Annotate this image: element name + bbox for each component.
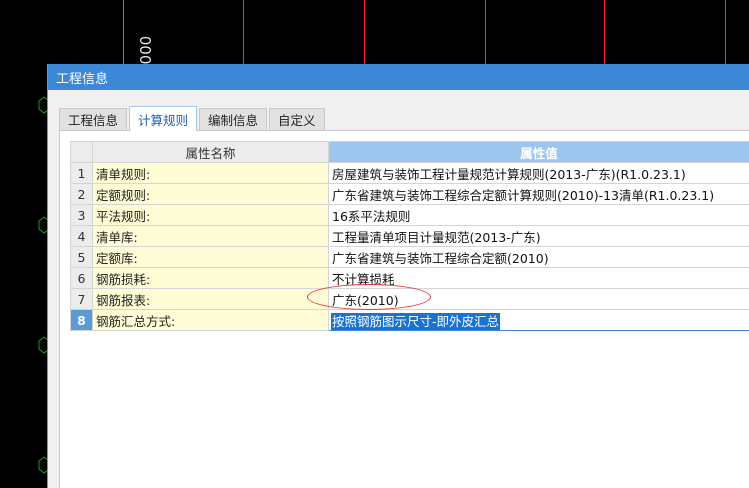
property-name: 清单库: bbox=[92, 225, 329, 247]
property-value[interactable]: 广东省建筑与装饰工程综合定额计算规则(2010)-13清单(R1.0.23.1) bbox=[328, 183, 749, 205]
property-value-header: 属性值 bbox=[328, 141, 749, 163]
property-value[interactable]: 广东省建筑与装饰工程综合定额(2010) bbox=[328, 246, 749, 268]
project-info-dialog: 工程信息 工程信息 计算规则 编制信息 自定义 属性名称 属性值 1 清单规则:… bbox=[47, 64, 749, 488]
row-number: 8 bbox=[70, 309, 93, 331]
table-header-row: 属性名称 属性值 bbox=[70, 141, 749, 163]
cad-red-line bbox=[485, 0, 486, 70]
property-name: 定额库: bbox=[92, 246, 329, 268]
tab-project-info[interactable]: 工程信息 bbox=[59, 108, 128, 130]
table-row[interactable]: 6 钢筋损耗: 不计算损耗 bbox=[70, 267, 749, 289]
table-row[interactable]: 3 平法规则: 16系平法规则 bbox=[70, 204, 749, 226]
cad-red-line bbox=[243, 0, 244, 70]
property-value-editor[interactable]: 按照钢筋图示尺寸-即外皮汇总 bbox=[328, 309, 749, 331]
dialog-title: 工程信息 bbox=[56, 71, 109, 87]
annotation-ellipse bbox=[307, 284, 431, 310]
selected-value-text[interactable]: 按照钢筋图示尺寸-即外皮汇总 bbox=[331, 312, 501, 330]
tab-compile-info[interactable]: 编制信息 bbox=[199, 108, 268, 130]
row-number: 1 bbox=[70, 162, 93, 184]
row-number: 4 bbox=[70, 225, 93, 247]
row-number: 7 bbox=[70, 288, 93, 310]
table-row[interactable]: 5 定额库: 广东省建筑与装饰工程综合定额(2010) bbox=[70, 246, 749, 268]
property-name: 钢筋损耗: bbox=[92, 267, 329, 289]
tab-calc-rules[interactable]: 计算规则 bbox=[129, 106, 198, 131]
row-number: 5 bbox=[70, 246, 93, 268]
dialog-title-bar[interactable]: 工程信息 bbox=[48, 64, 749, 90]
table-row[interactable]: 4 清单库: 工程量清单项目计量规范(2013-广东) bbox=[70, 225, 749, 247]
property-name-header: 属性名称 bbox=[92, 141, 329, 163]
table-row[interactable]: 2 定额规则: 广东省建筑与装饰工程综合定额计算规则(2010)-13清单(R1… bbox=[70, 183, 749, 205]
property-value[interactable]: 工程量清单项目计量规范(2013-广东) bbox=[328, 225, 749, 247]
table-row-selected[interactable]: 8 钢筋汇总方式: 按照钢筋图示尺寸-即外皮汇总 bbox=[70, 309, 749, 331]
row-number: 3 bbox=[70, 204, 93, 226]
property-name: 清单规则: bbox=[92, 162, 329, 184]
property-name: 钢筋汇总方式: bbox=[92, 309, 329, 331]
cad-red-line bbox=[604, 0, 605, 70]
cad-green-line bbox=[123, 0, 124, 70]
property-name: 平法规则: bbox=[92, 204, 329, 226]
cad-red-line bbox=[725, 0, 726, 70]
property-value[interactable]: 房屋建筑与装饰工程计量规范计算规则(2013-广东)(R1.0.23.1) bbox=[328, 162, 749, 184]
property-name: 定额规则: bbox=[92, 183, 329, 205]
property-name: 钢筋报表: bbox=[92, 288, 329, 310]
tab-custom[interactable]: 自定义 bbox=[269, 108, 325, 130]
table-row[interactable]: 1 清单规则: 房屋建筑与装饰工程计量规范计算规则(2013-广东)(R1.0.… bbox=[70, 162, 749, 184]
cad-red-line bbox=[364, 0, 365, 70]
row-number: 2 bbox=[70, 183, 93, 205]
property-value[interactable]: 16系平法规则 bbox=[328, 204, 749, 226]
row-number-header bbox=[70, 141, 93, 163]
property-grid-panel: 属性名称 属性值 1 清单规则: 房屋建筑与装饰工程计量规范计算规则(2013-… bbox=[59, 130, 749, 488]
tab-bar: 工程信息 计算规则 编制信息 自定义 bbox=[59, 106, 327, 131]
row-number: 6 bbox=[70, 267, 93, 289]
